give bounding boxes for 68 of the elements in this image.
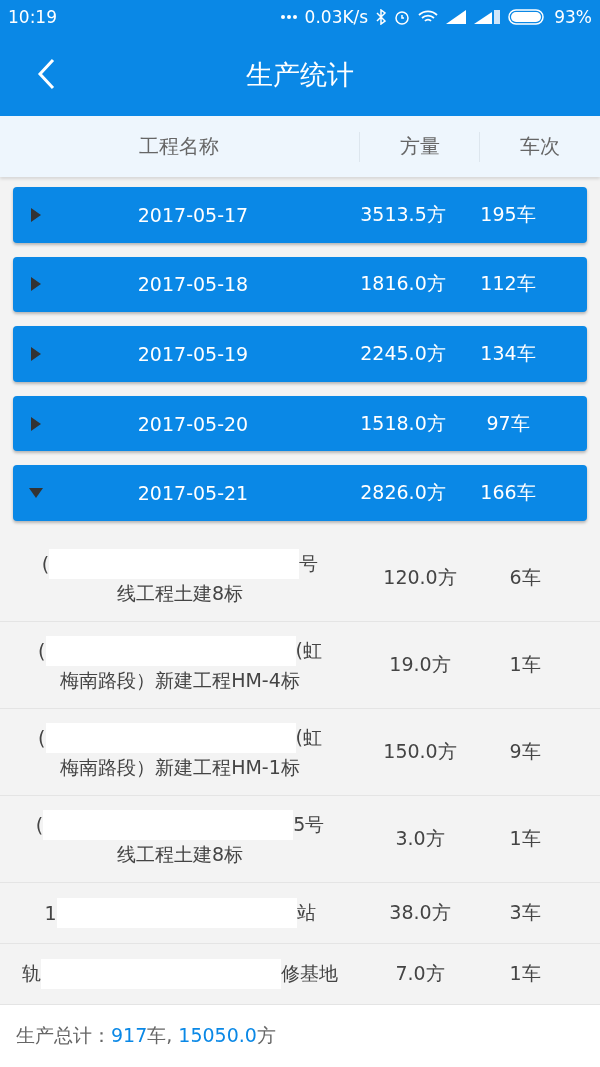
volume-total: 2245.0方	[359, 341, 447, 366]
volume-cell-text: 38.0方	[388, 899, 452, 925]
date-group-row[interactable]: 2017-05-19 2245.0方 134车	[13, 326, 587, 382]
date-label: 2017-05-20	[136, 412, 250, 435]
project-name-line: 梅南路段）新建工程HM-4标	[60, 667, 300, 693]
wifi-icon	[418, 10, 439, 24]
trips-cell-text: 3车	[508, 899, 542, 925]
date-label: 2017-05-18	[136, 273, 250, 296]
project-name-fragment: 站	[296, 899, 316, 925]
project-name-fragment: (	[38, 639, 46, 662]
signal-icon	[474, 10, 501, 24]
date-label: 2017-05-17	[136, 203, 250, 226]
volume-cell-text: 3.0方	[394, 825, 446, 851]
project-name-fragment: (	[38, 726, 46, 749]
volume-cell-text: 120.0方	[382, 564, 458, 590]
project-name-line: 线工程土建8标	[116, 841, 244, 867]
trips-cell-text: 6车	[508, 564, 542, 590]
volume-cell-text: 19.0方	[388, 651, 452, 677]
date-label: 2017-05-21	[136, 482, 250, 505]
more-icon	[280, 15, 297, 19]
date-group-row[interactable]: 2017-05-20 1518.0方 97车	[13, 395, 587, 452]
back-icon	[37, 58, 55, 90]
date-group-row[interactable]: 2017-05-18 1816.0方 112车	[13, 256, 587, 313]
volume-total: 3513.5方	[359, 201, 447, 227]
trips-total: 166车	[479, 480, 537, 506]
volume-cell-text: 150.0方	[382, 738, 458, 764]
trips-total: 195车	[479, 201, 537, 227]
battery-percent: 93%	[554, 7, 592, 27]
volume-total: 1518.0方	[359, 410, 447, 436]
collapsed-arrow-icon	[29, 207, 43, 222]
collapsed-arrow-icon	[29, 347, 43, 361]
date-group-row[interactable]: 2017-05-21 2826.0方 166车	[13, 465, 587, 521]
project-name-fragment: (虹	[295, 637, 322, 663]
volume-total: 2826.0方	[359, 480, 447, 506]
project-name-fragment: (虹	[295, 724, 322, 750]
project-name-fragment: 修基地	[281, 960, 338, 986]
date-group-row[interactable]: 2017-05-17 3513.5方 195车	[13, 187, 587, 243]
trips-total: 134车	[479, 341, 537, 366]
signal-icon	[446, 10, 467, 24]
status-time: 10:19	[8, 7, 57, 27]
project-name-fragment: (	[41, 552, 50, 575]
network-speed: 0.03K/s	[304, 7, 369, 27]
date-label: 2017-05-19	[136, 343, 250, 365]
volume-total: 1816.0方	[359, 271, 447, 297]
collapsed-arrow-icon	[29, 277, 43, 292]
project-name-fragment: 5号	[293, 811, 325, 837]
battery-icon	[508, 9, 547, 25]
trips-total: 97车	[485, 410, 531, 436]
project-name-fragment: 号	[299, 550, 319, 576]
trips-cell-text: 9车	[508, 738, 542, 764]
project-name-fragment: (	[35, 813, 44, 836]
column-header: 工程名称	[139, 133, 220, 160]
trips-cell-text: 1车	[508, 651, 542, 677]
trips-total: 112车	[479, 271, 537, 297]
alarm-icon	[394, 9, 411, 25]
trips-cell-text: 1车	[508, 825, 542, 851]
trips-cell-text: 1车	[508, 960, 542, 986]
project-name-line: 线工程土建8标	[116, 580, 244, 606]
project-name-line: 梅南路段）新建工程HM-1标	[60, 754, 300, 780]
project-name-fragment: 轨	[22, 960, 41, 986]
project-name-fragment: 1	[44, 901, 57, 924]
collapsed-arrow-icon	[29, 416, 43, 431]
bluetooth-icon	[376, 9, 387, 25]
volume-cell-text: 7.0方	[394, 960, 446, 986]
page-title: 生产统计	[246, 58, 354, 92]
production-total: 生产总计：917车, 15050.0方	[16, 1023, 276, 1048]
column-header: 方量	[399, 133, 440, 160]
column-header: 车次	[520, 133, 561, 160]
